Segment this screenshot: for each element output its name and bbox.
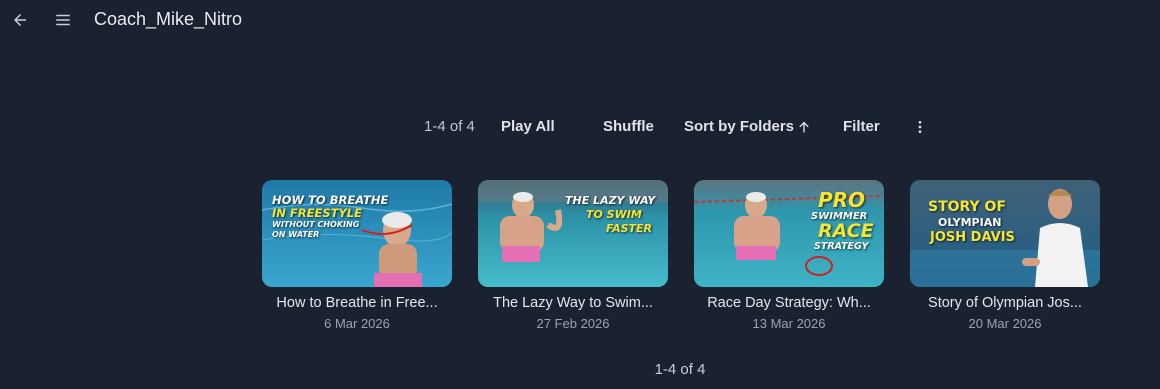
video-date: 6 Mar 2026 — [324, 316, 390, 331]
video-title[interactable]: Story of Olympian Jos... — [910, 295, 1100, 311]
video-thumbnail[interactable]: HOW TO BREATHE IN FREESTYLE WITHOUT CHOK… — [262, 180, 452, 287]
filter-button[interactable]: Filter — [843, 118, 880, 136]
thumbnail-caption-line: WITHOUT CHOKING — [272, 220, 360, 229]
video-thumbnail[interactable]: PRO SWIMMER RACE STRATEGY — [694, 180, 884, 287]
more-options-button[interactable] — [911, 115, 929, 139]
hamburger-menu-icon — [56, 14, 70, 26]
thumbnail-caption-line: STORY OF — [928, 199, 1007, 215]
page-title: Coach_Mike_Nitro — [94, 9, 243, 29]
thumbnail-caption-line: TO SWIM — [586, 208, 642, 221]
thumbnail-caption-line: STRATEGY — [814, 241, 869, 252]
video-title[interactable]: Race Day Strategy: Wh... — [694, 295, 884, 311]
video-date: 20 Mar 2026 — [968, 316, 1042, 331]
sort-button[interactable]: Sort by Folders — [684, 118, 812, 136]
thumbnail-caption-line: JOSH DAVIS — [930, 230, 1015, 245]
video-date: 27 Feb 2026 — [536, 316, 610, 331]
arrow-up-icon — [799, 121, 809, 133]
thumbnail-caption-line: OLYMPIAN — [938, 216, 1002, 229]
video-date: 13 Mar 2026 — [752, 316, 826, 331]
thumbnail-caption-line: THE LAZY WAY — [565, 194, 656, 207]
video-title[interactable]: How to Breathe in Free... — [262, 295, 452, 311]
thumbnail-caption-line: RACE — [818, 220, 874, 242]
play-all-button[interactable]: Play All — [501, 118, 555, 136]
shuffle-button[interactable]: Shuffle — [603, 118, 654, 136]
item-count: 1-4 of 4 — [424, 118, 475, 135]
back-button[interactable] — [8, 8, 32, 32]
thumbnail-caption-line: HOW TO BREATHE — [272, 193, 389, 207]
video-card[interactable]: PRO SWIMMER RACE STRATEGY Race Day Strat… — [694, 180, 884, 331]
menu-button[interactable] — [51, 8, 75, 32]
playlist-toolbar: 1-4 of 4 Play All Shuffle Sort by Folder… — [0, 115, 1160, 139]
arrow-left-icon — [14, 14, 26, 26]
video-card[interactable]: HOW TO BREATHE IN FREESTYLE WITHOUT CHOK… — [262, 180, 452, 331]
more-vertical-icon — [918, 121, 922, 133]
video-thumbnail[interactable]: THE LAZY WAY TO SWIM FASTER — [478, 180, 668, 287]
sort-label: Sort by Folders — [684, 118, 795, 135]
pagination-count: 1-4 of 4 — [654, 361, 706, 378]
thumbnail-caption-line: ON WATER — [272, 230, 320, 239]
thumbnail-caption-line: FASTER — [606, 222, 653, 235]
video-thumbnail[interactable]: STORY OF OLYMPIAN JOSH DAVIS — [910, 180, 1100, 287]
video-card[interactable]: THE LAZY WAY TO SWIM FASTER The Lazy Way… — [478, 180, 668, 331]
video-title[interactable]: The Lazy Way to Swim... — [478, 295, 668, 311]
thumbnail-caption-line: IN FREESTYLE — [272, 206, 362, 220]
video-card[interactable]: STORY OF OLYMPIAN JOSH DAVIS Story of Ol… — [910, 180, 1100, 331]
thumbnail-caption-line: PRO — [818, 188, 866, 212]
top-bar: Coach_Mike_Nitro — [0, 0, 1160, 40]
